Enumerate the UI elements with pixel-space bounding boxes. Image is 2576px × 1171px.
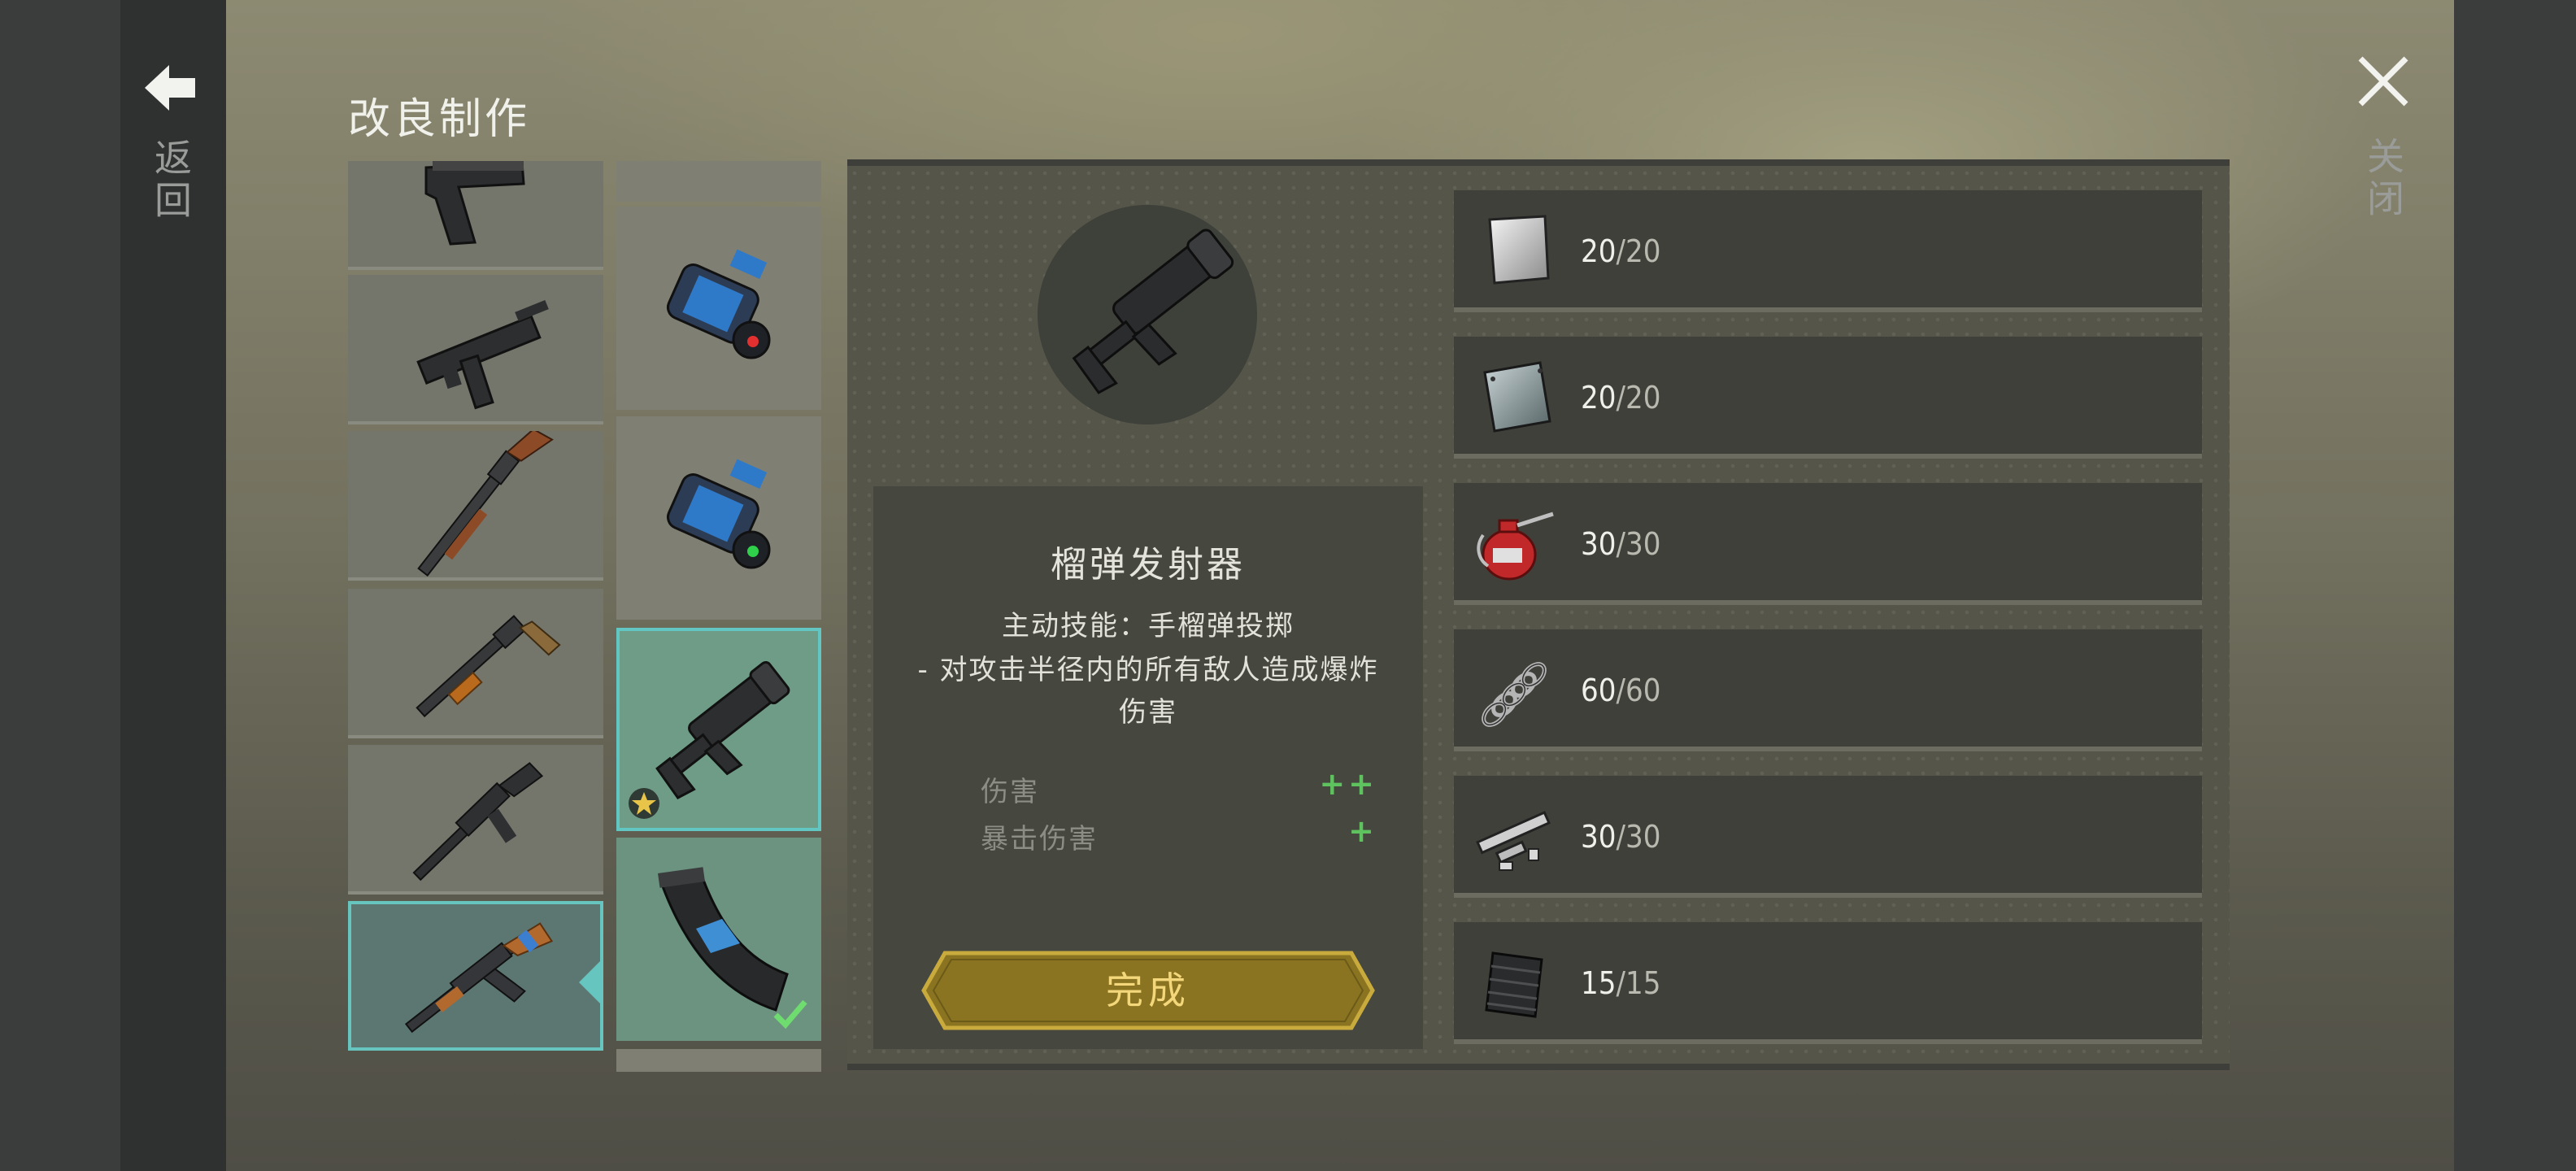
selection-pointer-icon	[579, 958, 603, 1007]
complete-button[interactable]: 完成	[920, 950, 1376, 1031]
material-need: /15	[1616, 965, 1661, 1001]
material-row: 15/15	[1454, 922, 2202, 1044]
item-name: 榴弹发射器	[1051, 544, 1246, 586]
item-preview	[1038, 205, 1257, 424]
material-row: 60/60	[1454, 629, 2202, 751]
skill-description-line1: - 对攻击半径内的所有敌人造成爆炸	[917, 654, 1379, 686]
grenade-launcher-preview-icon	[1072, 229, 1234, 394]
mod-slot-red-dot-sight[interactable]	[616, 207, 821, 410]
detail-panel: 榴弹发射器 主动技能：手榴弹投掷 - 对攻击半径内的所有敌人造成爆炸 伤害 伤害…	[847, 159, 2230, 1070]
material-need: /20	[1616, 380, 1661, 416]
stat-label-damage: 伤害	[981, 776, 1039, 808]
oil-can-icon	[1477, 511, 1554, 581]
material-row: 20/20	[1454, 337, 2202, 459]
weapon-slot-pistol[interactable]	[348, 161, 603, 270]
material-count: 20/20	[1581, 190, 1661, 312]
close-button[interactable]: 关闭	[2350, 54, 2417, 249]
mod-slot-magazine[interactable]	[616, 838, 821, 1041]
crafting-screen: 返回 关闭 改良制作 榴弹发射器 主动技能：手榴弹投掷 - 对攻击半径内的所有敌…	[0, 0, 2576, 1171]
weapon-slot-smg[interactable]	[348, 275, 603, 424]
material-have: 15	[1581, 965, 1617, 1001]
back-button[interactable]: 返回	[138, 65, 203, 260]
close-label: 关闭	[2361, 137, 2405, 221]
page-title: 改良制作	[348, 95, 531, 144]
rubber-sheet-icon	[1485, 951, 1543, 1018]
star-badge-icon	[629, 788, 659, 819]
material-row: 20/20	[1454, 190, 2202, 312]
green-dot-sight-icon	[666, 459, 771, 569]
back-arrow-icon	[145, 65, 195, 111]
pipe-parts-icon	[1476, 811, 1551, 871]
stat-label-crit-damage: 暴击伤害	[981, 823, 1098, 855]
material-have: 30	[1581, 526, 1617, 562]
mod-list[interactable]	[616, 161, 821, 1072]
material-count: 30/30	[1581, 483, 1661, 605]
material-need: /30	[1616, 819, 1661, 855]
red-dot-sight-icon	[666, 249, 771, 359]
right-side-bar	[2454, 0, 2576, 1171]
stat-value-damage: ++	[1319, 766, 1377, 802]
skill-title: 主动技能：手榴弹投掷	[1002, 610, 1295, 642]
material-need: /60	[1616, 673, 1661, 708]
weapon-slot-rifle[interactable]	[348, 745, 603, 895]
close-icon	[2358, 56, 2408, 107]
material-row: 30/30	[1454, 483, 2202, 605]
pump-shotgun-icon	[416, 615, 561, 718]
steel-plate-icon	[1483, 361, 1551, 433]
left-side-bar	[0, 0, 120, 1171]
smg-icon	[416, 299, 549, 410]
assault-rifle-icon	[404, 922, 554, 1034]
back-label: 返回	[149, 138, 193, 223]
stat-value-crit-damage: +	[1348, 813, 1377, 849]
mod-slot-green-dot-sight[interactable]	[616, 416, 821, 620]
material-count: 20/20	[1581, 337, 1661, 459]
mod-slot-partial	[616, 161, 821, 202]
material-count: 15/15	[1581, 922, 1661, 1044]
material-row: 30/30	[1454, 776, 2202, 898]
material-have: 20	[1581, 233, 1617, 269]
mod-slot-partial-bottom	[616, 1049, 821, 1072]
weapon-slot-assault-rifle[interactable]	[348, 901, 603, 1051]
material-count: 60/60	[1581, 629, 1661, 751]
skill-description-line2: 伤害	[1119, 696, 1177, 729]
material-need: /30	[1616, 526, 1661, 562]
material-need: /20	[1616, 233, 1661, 269]
material-have: 60	[1581, 673, 1617, 708]
spring-icon	[1482, 662, 1547, 727]
rifle-icon	[412, 762, 544, 882]
weapon-slot-pump-shotgun[interactable]	[348, 589, 603, 738]
material-have: 20	[1581, 380, 1617, 416]
material-have: 30	[1581, 819, 1617, 855]
lever-shotgun-icon	[417, 431, 554, 577]
pistol-icon	[424, 161, 525, 246]
weapon-list[interactable]	[348, 161, 603, 1062]
complete-button-label: 完成	[1106, 969, 1190, 1012]
item-info-box: 榴弹发射器 主动技能：手榴弹投掷 - 对攻击半径内的所有敌人造成爆炸 伤害 伤害…	[873, 486, 1423, 1049]
check-icon	[773, 999, 807, 1030]
metal-plate-icon	[1488, 215, 1550, 285]
mod-slot-grenade-launcher[interactable]	[616, 628, 821, 831]
material-count: 30/30	[1581, 776, 1661, 898]
weapon-slot-lever-shotgun[interactable]	[348, 431, 603, 581]
